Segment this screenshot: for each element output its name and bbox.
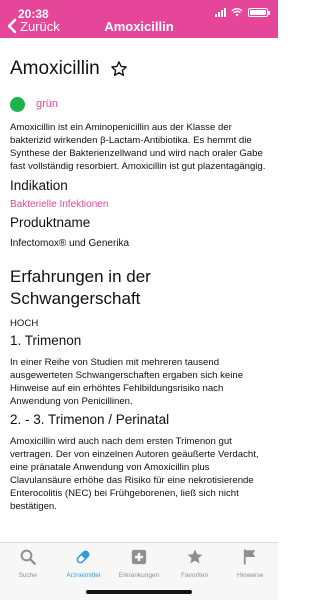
page-title: Amoxicillin [104,19,174,34]
rating-dot [10,96,25,112]
rating-row: grün [10,95,268,113]
experience-level: HOCH [10,318,39,329]
trimester23-text: Amoxicillin wird auch nach dem ersten Tr… [10,436,259,512]
search-icon [20,549,36,565]
navigation-bar: 20:38 Zurück Amoxicillin [0,0,278,38]
trimester1-heading: 1. Trimenon [10,333,82,348]
tab-label-favoriten: Favoriten [181,572,209,579]
tab-label-arzneimittel: Arzneimittel [66,572,101,579]
trimester1-text: In einer Reihe von Studien mit mehreren … [10,357,244,407]
drug-detail: Amoxicillin grün Amoxicillin ist ein Ami… [10,38,268,513]
tab-hinweise[interactable]: Hinweise [222,543,278,600]
pill-icon [76,550,90,564]
rating-label: grün [36,98,59,110]
product-names: Infectomox® und Generika [10,238,130,249]
drug-description: Amoxicillin ist ein Aminopenicillin aus … [10,122,266,172]
flag-icon [244,549,256,565]
medical-cross-icon [131,549,147,565]
product-heading: Produktname [10,215,91,230]
tab-label-hinweise: Hinweise [236,572,264,579]
drug-name: Amoxicillin [10,58,100,79]
experience-heading: Erfahrungen in der Schwangerschaft [10,267,151,308]
wifi-icon [231,8,243,17]
battery-icon [248,7,270,17]
tab-label-suche: Suche [18,572,38,579]
home-indicator [86,590,192,594]
tab-label-erkrankungen: Erkrankungen [118,572,160,579]
signal-icon [215,7,226,17]
status-icons [215,7,270,17]
favorite-star-icon[interactable] [110,60,128,78]
tab-suche[interactable]: Suche [0,543,56,600]
trimester23-heading: 2. - 3. Trimenon / Perinatal [10,412,170,427]
indication-link[interactable]: Bakterielle Infektionen [10,199,268,210]
indication-heading: Indikation [10,178,68,193]
title-row: Amoxicillin [10,58,268,80]
star-icon [187,549,202,564]
